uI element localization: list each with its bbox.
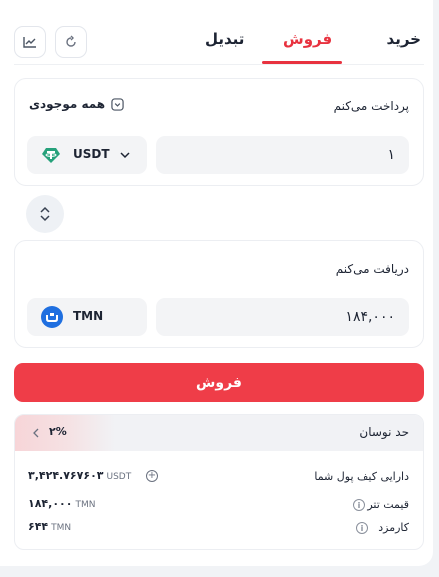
toman-icon xyxy=(41,306,63,328)
receive-currency-code: TMN xyxy=(73,309,104,323)
receive-currency-box: TMN xyxy=(27,298,147,336)
chart-button[interactable] xyxy=(14,26,46,58)
all-balance-label: همه موجودی xyxy=(29,97,106,111)
refresh-icon xyxy=(66,35,76,47)
tab-convert[interactable]: تبدیل xyxy=(205,30,244,48)
swap-button[interactable] xyxy=(26,195,64,233)
fee-value: ۶۴۴ TMN xyxy=(28,520,71,533)
wallet-balance-unit: USDT xyxy=(106,472,132,482)
fee-amount: ۶۴۴ xyxy=(28,520,49,533)
header-divider xyxy=(14,64,424,65)
fee-unit: TMN xyxy=(51,523,72,533)
usdt-price-unit: TMN xyxy=(75,500,96,510)
info-icon[interactable]: i xyxy=(356,522,368,534)
receive-amount-box[interactable] xyxy=(156,298,409,336)
wallet-balance-row: دارایی کیف پول شما ۳,۴۲۴.۷۶۷۶۰۳ USDT + xyxy=(15,467,423,487)
wallet-balance-amount: ۳,۴۲۴.۷۶۷۶۰۳ xyxy=(28,469,104,482)
pay-label: پرداخت می‌کنم xyxy=(333,99,409,113)
pay-currency-code: USDT xyxy=(73,147,110,161)
pay-amount-input[interactable] xyxy=(156,136,409,174)
tab-sell[interactable]: فروش xyxy=(283,30,332,48)
chevron-down-icon xyxy=(120,152,130,159)
info-icon[interactable]: i xyxy=(353,499,365,511)
tether-icon xyxy=(42,148,60,163)
usdt-price-amount: ۱۸۴,۰۰۰ xyxy=(28,497,73,510)
trade-info: ۲% حد نوسان دارایی کیف پول شما ۳,۴۲۴.۷۶۷… xyxy=(14,414,424,550)
usdt-price-label: قیمت تتر xyxy=(367,498,409,511)
pay-currency-select[interactable]: USDT xyxy=(27,136,147,174)
wallet-balance-label: دارایی کیف پول شما xyxy=(314,470,409,483)
tolerance-label: حد نوسان xyxy=(359,425,409,439)
chevron-left-icon xyxy=(33,428,39,438)
usdt-price-value: ۱۸۴,۰۰۰ TMN xyxy=(28,497,95,510)
receive-amount-input[interactable] xyxy=(156,298,409,336)
fee-label: کارمزد xyxy=(378,521,409,534)
tab-buy[interactable]: خرید xyxy=(387,30,421,48)
chevron-down-circle-icon xyxy=(111,97,124,111)
fee-row: کارمزد i ۶۴۴ TMN xyxy=(15,518,423,538)
sell-button[interactable]: فروش xyxy=(14,363,424,402)
all-balance-button[interactable]: همه موجودی xyxy=(29,97,124,111)
receive-label: دریافت می‌کنم xyxy=(335,262,409,276)
tolerance-chip[interactable]: ۲% xyxy=(15,415,115,451)
usdt-price-row: قیمت تتر i ۱۸۴,۰۰۰ TMN xyxy=(15,495,423,515)
sell-card: خرید فروش تبدیل پرداخت می‌کنم همه موجودی… xyxy=(0,0,433,566)
tolerance-value: ۲% xyxy=(49,425,67,438)
tolerance-row[interactable]: ۲% حد نوسان xyxy=(15,415,423,451)
add-circle-icon[interactable]: + xyxy=(146,470,158,482)
receive-panel: دریافت می‌کنم TMN xyxy=(14,240,424,348)
pay-panel: پرداخت می‌کنم همه موجودی USDT xyxy=(14,78,424,186)
swap-arrows-icon xyxy=(40,206,50,222)
wallet-balance-value: ۳,۴۲۴.۷۶۷۶۰۳ USDT xyxy=(28,469,131,482)
trade-tabs: خرید فروش تبدیل xyxy=(195,0,427,66)
refresh-button[interactable] xyxy=(55,26,87,58)
chart-icon xyxy=(23,37,36,48)
pay-amount-box[interactable] xyxy=(156,136,409,174)
